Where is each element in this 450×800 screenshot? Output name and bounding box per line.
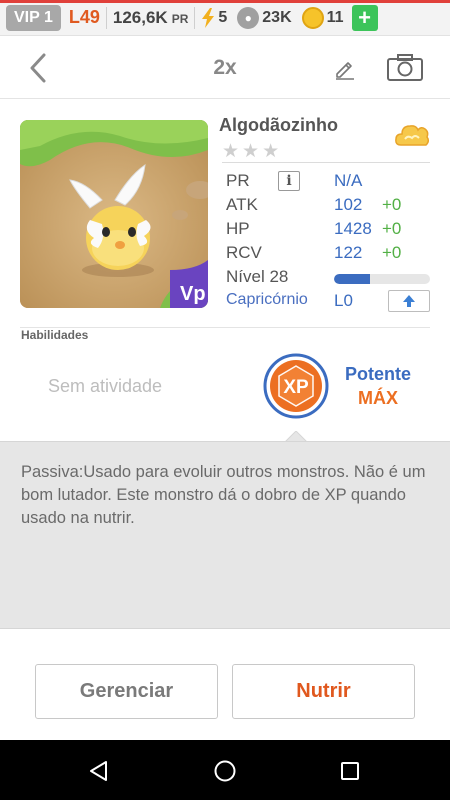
stat-row-pr: PR i N/A [226, 170, 431, 194]
stat-value: 122 [334, 243, 363, 262]
power-rating: 126,6K PR [113, 8, 189, 28]
camera-icon[interactable] [386, 52, 424, 82]
divider [105, 6, 107, 29]
stat-value: 102 [334, 195, 363, 214]
stat-label: ATK [226, 195, 258, 214]
stat-bonus: +0 [382, 243, 402, 262]
top-header: 2x [0, 37, 450, 99]
xp-badge-label: XP [283, 377, 309, 398]
nav-recents-icon[interactable] [339, 760, 361, 782]
stat-bonus: +0 [382, 219, 402, 238]
info-icon[interactable]: i [278, 171, 300, 191]
energy-counter[interactable]: 5 [201, 7, 228, 28]
paw-icon: ● [237, 6, 260, 29]
upgrade-sign-button[interactable] [388, 290, 430, 312]
food-value: 23K [262, 8, 292, 26]
skill-description: Passiva:Usado para evoluir outros monstr… [21, 463, 426, 527]
star-icon: ★ [242, 141, 260, 162]
lightning-icon [202, 7, 215, 28]
passive-skill-name: Potente [344, 364, 411, 384]
power-value: 126,6K [112, 7, 168, 27]
portrait-badge: Vp [180, 283, 206, 305]
feed-button[interactable]: Nutrir [232, 664, 415, 719]
stat-row-hp: HP 1428 +0 [226, 218, 431, 242]
passive-skill-level: MÁX [358, 388, 398, 408]
stat-row-sign: Capricórnio L0 [226, 290, 431, 314]
stat-label: HP [226, 219, 250, 238]
stat-bonus: +0 [382, 195, 402, 214]
stat-row-level: Nível 28 [226, 266, 431, 290]
divider [194, 6, 196, 29]
star-rating: ★ ★ ★ [222, 140, 279, 163]
stat-row-atk: ATK 102 +0 [226, 194, 431, 218]
energy-value: 5 [218, 8, 228, 26]
monster-image: Vp [20, 120, 208, 308]
level-label: Nível 28 [226, 267, 289, 286]
xp-skill-icon[interactable]: XP [263, 353, 329, 419]
stat-value: N/A [334, 171, 363, 190]
monster-name: Algodãozinho [219, 115, 338, 135]
nav-home-icon[interactable] [213, 759, 237, 783]
stats-table: PR i N/A ATK 102 +0 HP 1428 +0 RCV 122 +… [226, 170, 431, 314]
skills-heading: Habilidades [21, 328, 89, 342]
stat-label: PR [226, 171, 250, 190]
status-bar: VIP 1 L49 126,6K PR 5 ● 23K 11 + [0, 0, 450, 36]
player-level: L49 [68, 7, 100, 27]
zodiac-sign[interactable]: Capricórnio [226, 291, 308, 309]
add-coins-button[interactable]: + [351, 4, 378, 31]
stat-label: RCV [226, 243, 262, 262]
stat-value: 1428 [334, 219, 372, 238]
sign-level: L0 [334, 291, 353, 310]
page-title: 2x [213, 56, 237, 79]
star-icon: ★ [262, 141, 280, 162]
level-progress-bar [334, 274, 430, 284]
coin-counter[interactable]: 11 [301, 6, 344, 29]
level-progress-fill [334, 274, 371, 284]
vip-badge[interactable]: VIP 1 [6, 4, 61, 31]
monster-portrait[interactable]: Vp [20, 120, 208, 308]
pencil-icon[interactable] [333, 56, 357, 80]
system-nav-bar [0, 740, 450, 800]
arrow-up-icon [403, 295, 415, 307]
active-skill-empty: Sem atividade [48, 376, 163, 396]
food-counter[interactable]: ● 23K [237, 6, 292, 29]
power-unit: PR [171, 11, 189, 26]
cloud-element-icon[interactable] [393, 119, 431, 153]
star-icon: ★ [222, 141, 240, 162]
stat-row-rcv: RCV 122 +0 [226, 242, 431, 266]
nav-back-icon[interactable] [88, 760, 110, 782]
coin-value: 11 [326, 8, 344, 26]
manage-button[interactable]: Gerenciar [35, 664, 218, 719]
coin-icon [301, 6, 324, 29]
name-divider [222, 162, 430, 163]
